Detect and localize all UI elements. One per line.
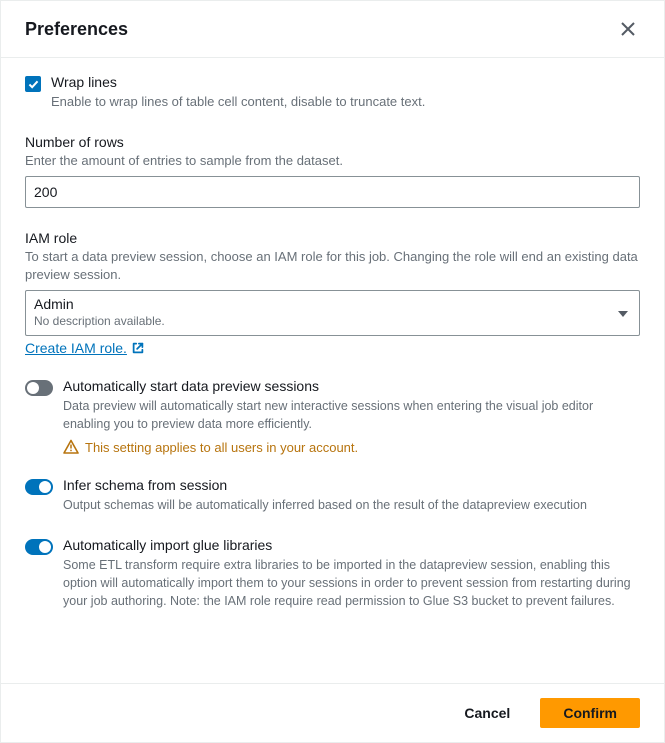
iam-role-section: IAM role To start a data preview session… (25, 230, 640, 356)
modal-title: Preferences (25, 19, 128, 40)
auto-start-section: Automatically start data preview session… (25, 378, 640, 455)
cancel-button[interactable]: Cancel (454, 699, 520, 727)
iam-role-selected-value: Admin (34, 295, 607, 313)
auto-import-toggle[interactable] (25, 539, 53, 555)
iam-role-label: IAM role (25, 230, 640, 246)
modal-header: Preferences (1, 1, 664, 58)
wrap-lines-section: Wrap lines Enable to wrap lines of table… (25, 74, 640, 112)
iam-role-help: To start a data preview session, choose … (25, 248, 640, 284)
wrap-lines-description: Enable to wrap lines of table cell conte… (51, 93, 425, 112)
wrap-lines-checkbox[interactable] (25, 76, 41, 92)
auto-import-label: Automatically import glue libraries (63, 537, 640, 553)
infer-schema-section: Infer schema from session Output schemas… (25, 477, 640, 514)
auto-import-section: Automatically import glue libraries Some… (25, 537, 640, 610)
auto-start-label: Automatically start data preview session… (63, 378, 640, 394)
warning-icon (63, 439, 79, 455)
confirm-button[interactable]: Confirm (540, 698, 640, 728)
external-link-icon (131, 341, 145, 355)
auto-start-toggle[interactable] (25, 380, 53, 396)
create-iam-role-link[interactable]: Create IAM role. (25, 340, 145, 356)
wrap-lines-label: Wrap lines (51, 74, 425, 90)
close-button[interactable] (616, 17, 640, 41)
caret-down-icon (617, 305, 629, 321)
number-of-rows-help: Enter the amount of entries to sample fr… (25, 152, 640, 170)
iam-role-selected-description: No description available. (34, 314, 607, 330)
number-of-rows-section: Number of rows Enter the amount of entri… (25, 134, 640, 208)
auto-start-warning: This setting applies to all users in you… (63, 439, 640, 455)
iam-role-select[interactable]: Admin No description available. (25, 290, 640, 336)
number-of-rows-input[interactable] (25, 176, 640, 208)
auto-import-description: Some ETL transform require extra librari… (63, 556, 640, 610)
modal-body: Wrap lines Enable to wrap lines of table… (1, 58, 664, 683)
modal-footer: Cancel Confirm (1, 683, 664, 742)
auto-start-description: Data preview will automatically start ne… (63, 397, 640, 433)
preferences-modal: Preferences Wrap lines Enable to wrap li… (0, 0, 665, 743)
number-of-rows-label: Number of rows (25, 134, 640, 150)
infer-schema-toggle[interactable] (25, 479, 53, 495)
infer-schema-description: Output schemas will be automatically inf… (63, 496, 640, 514)
infer-schema-label: Infer schema from session (63, 477, 640, 493)
close-icon (620, 21, 636, 37)
